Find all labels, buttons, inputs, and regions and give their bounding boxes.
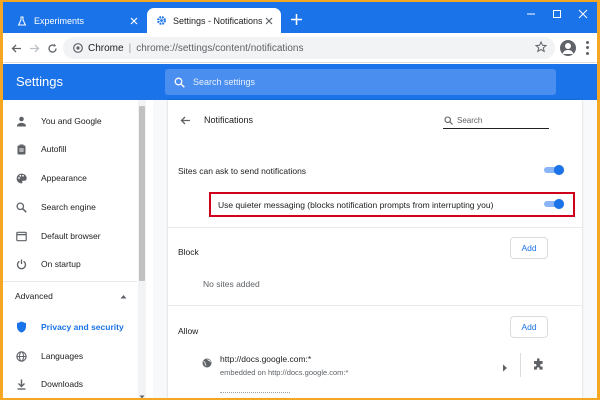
shield-icon <box>15 321 27 333</box>
section-divider <box>168 305 582 306</box>
notifications-search-placeholder: Search <box>457 115 483 125</box>
forward-arrow-icon[interactable] <box>26 40 42 56</box>
sidebar-item-label: Downloads <box>41 379 84 389</box>
ask-to-send-toggle[interactable] <box>544 165 564 175</box>
tab-strip: Experiments Settings - Notifications <box>3 2 597 33</box>
sidebar-item-privacy-and-security[interactable]: Privacy and security <box>3 316 137 338</box>
sidebar-item-default-browser[interactable]: Default browser <box>3 225 137 247</box>
settings-search-placeholder: Search settings <box>193 77 256 87</box>
block-empty-text: No sites added <box>203 279 260 289</box>
close-tab-icon[interactable] <box>127 14 141 28</box>
experiments-flask-icon <box>16 15 28 27</box>
more-menu-icon[interactable] <box>581 40 593 56</box>
address-bar[interactable]: Chrome | chrome://settings/content/notif… <box>63 37 555 59</box>
block-add-button[interactable]: Add <box>510 237 548 259</box>
notifications-card: Notifications Search Sites can ask to se… <box>168 100 582 398</box>
sidebar-item-label: Autofill <box>41 144 67 154</box>
sidebar-scroll-thumb[interactable] <box>139 106 145 281</box>
sidebar-item-appearance[interactable]: Appearance <box>3 167 137 189</box>
sidebar-item-label: Privacy and security <box>41 322 124 332</box>
sidebar-divider <box>3 281 137 282</box>
plus-icon[interactable] <box>288 11 304 27</box>
back-arrow-icon[interactable] <box>8 40 24 56</box>
allowed-site-url: http://docs.google.com:* <box>220 354 312 364</box>
download-icon <box>15 378 27 390</box>
close-icon[interactable] <box>572 5 594 23</box>
sidebar-item-label: On startup <box>41 259 81 269</box>
bookmark-star-icon[interactable] <box>534 40 549 55</box>
extension-puzzle-icon[interactable] <box>533 357 545 370</box>
tab-experiments[interactable]: Experiments <box>8 8 146 33</box>
allow-section-title: Allow <box>178 326 199 336</box>
notifications-search-input[interactable]: Search <box>443 112 549 129</box>
power-icon <box>15 258 27 270</box>
reload-icon[interactable] <box>44 40 60 56</box>
sidebar-item-label: Search engine <box>41 202 96 212</box>
section-divider <box>168 227 582 228</box>
quieter-messaging-label: Use quieter messaging (blocks notificati… <box>218 200 494 210</box>
minimize-icon[interactable] <box>520 5 542 23</box>
expand-arrow-icon[interactable] <box>502 359 508 372</box>
allow-add-button[interactable]: Add <box>510 316 548 338</box>
toggle-knob <box>554 165 564 175</box>
sidebar-item-autofill[interactable]: Autofill <box>3 138 137 160</box>
ask-to-send-label: Sites can ask to send notifications <box>178 166 307 176</box>
settings-header: Settings Search settings <box>3 64 597 100</box>
tab-label: Settings - Notifications <box>173 15 262 26</box>
quieter-messaging-toggle[interactable] <box>544 199 564 209</box>
search-icon <box>444 115 453 125</box>
sidebar-item-you-and-google[interactable]: You and Google <box>3 110 137 132</box>
caret-up-icon <box>120 291 127 301</box>
url-text: chrome://settings/content/notifications <box>136 42 304 54</box>
palette-icon <box>15 172 27 184</box>
sidebar-item-label: Default browser <box>41 231 101 241</box>
browser-toolbar: Chrome | chrome://settings/content/notif… <box>3 33 597 63</box>
profile-avatar-icon[interactable] <box>560 40 576 56</box>
maximize-icon[interactable] <box>546 5 568 23</box>
close-tab-icon[interactable] <box>262 14 276 28</box>
sidebar-advanced-toggle[interactable]: Advanced <box>15 289 127 303</box>
chrome-site-icon <box>72 43 83 54</box>
globe-icon <box>202 355 212 368</box>
sidebar-item-label: You and Google <box>41 116 102 126</box>
scroll-down-arrow-icon[interactable] <box>139 387 145 398</box>
settings-gear-icon <box>155 15 167 27</box>
back-arrow-icon[interactable] <box>178 113 192 127</box>
sidebar-item-search-engine[interactable]: Search engine <box>3 196 137 218</box>
clipboard-icon <box>15 143 27 155</box>
browser-window: Experiments Settings - Notifications Chr… <box>3 2 597 398</box>
browser-window-icon <box>15 230 27 242</box>
toggle-knob <box>554 199 564 209</box>
row-separator <box>520 353 521 377</box>
tab-settings-notifications[interactable]: Settings - Notifications <box>147 8 281 33</box>
sidebar-item-label: Languages <box>41 351 84 361</box>
tab-label: Experiments <box>34 15 85 26</box>
globe-icon <box>15 350 27 362</box>
allowed-site-row-partial <box>220 392 290 396</box>
person-icon <box>15 115 27 127</box>
search-icon <box>15 201 27 213</box>
allowed-site-row[interactable]: http://docs.google.com:* embedded on htt… <box>168 349 582 385</box>
allowed-site-subtitle: embedded on http://docs.google.com:* <box>220 368 349 377</box>
advanced-label: Advanced <box>15 291 53 301</box>
site-label: Chrome <box>88 42 124 54</box>
url-separator: | <box>128 42 132 54</box>
settings-main: Notifications Search Sites can ask to se… <box>153 100 597 398</box>
settings-title: Settings <box>16 74 63 89</box>
block-section-title: Block <box>178 247 199 257</box>
sidebar-item-label: Appearance <box>41 173 87 183</box>
settings-sidebar: You and Google Autofill Appearance Searc… <box>3 100 153 398</box>
settings-search-input[interactable]: Search settings <box>165 69 556 95</box>
search-icon <box>174 77 185 88</box>
sidebar-item-downloads[interactable]: Downloads <box>3 373 137 395</box>
sidebar-item-on-startup[interactable]: On startup <box>3 253 137 275</box>
sidebar-item-languages[interactable]: Languages <box>3 345 137 367</box>
